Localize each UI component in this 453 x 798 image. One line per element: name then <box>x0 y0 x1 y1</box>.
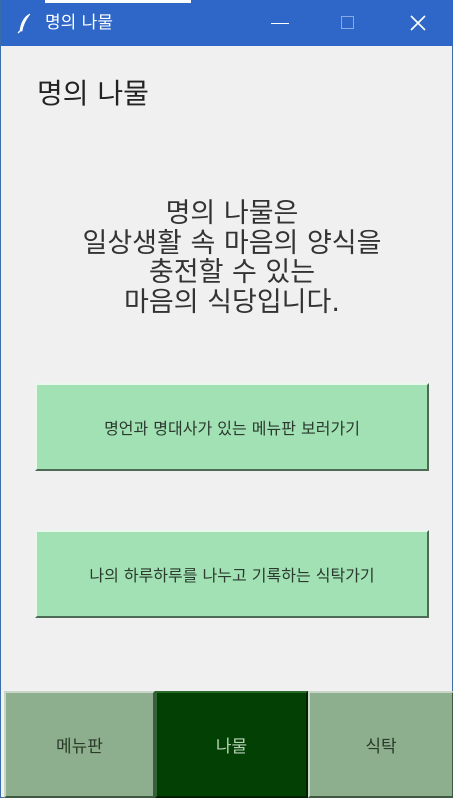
tab-herb[interactable]: 나물 <box>155 691 308 798</box>
view-menu-button-label: 명언과 명대사가 있는 메뉴판 보러가기 <box>104 419 360 438</box>
tab-label: 식탁 <box>365 737 397 757</box>
minimize-button[interactable] <box>259 0 305 46</box>
titlebar-highlight <box>45 0 191 3</box>
bottom-nav: 메뉴판 나물 식탁 <box>4 691 453 798</box>
intro-line: 명의 나물은 <box>165 198 299 229</box>
intro-line: 마음의 식당입니다. <box>124 286 340 318</box>
maximize-icon <box>341 16 354 29</box>
view-menu-button[interactable]: 명언과 명대사가 있는 메뉴판 보러가기 <box>35 383 429 471</box>
intro-text: 명의 나물은 일상생활 속 마음의 양식을 충전할 수 있는 마음의 식당입니다… <box>21 199 443 317</box>
tab-label: 메뉴판 <box>56 737 103 757</box>
go-to-table-button[interactable]: 나의 하루하루를 나누고 기록하는 식탁가기 <box>35 530 429 618</box>
window-title: 명의 나물 <box>45 13 113 33</box>
maximize-button[interactable] <box>325 0 371 46</box>
feather-icon <box>15 12 35 34</box>
page-title: 명의 나물 <box>37 77 149 110</box>
intro-line: 일상생활 속 마음의 양식을 <box>82 227 382 259</box>
title-bar[interactable]: 명의 나물 <box>1 0 453 46</box>
app-window: 명의 나물 명의 나물 명의 나물은 일상생활 속 마음의 양식을 충전할 수 … <box>0 0 453 798</box>
tab-menu[interactable]: 메뉴판 <box>4 691 155 798</box>
tab-label: 나물 <box>215 737 248 757</box>
close-icon <box>395 15 441 50</box>
intro-line: 충전할 수 있는 <box>148 257 316 288</box>
tab-table[interactable]: 식탁 <box>308 691 453 798</box>
go-to-table-button-label: 나의 하루하루를 나누고 기록하는 식탁가기 <box>89 566 375 585</box>
minimize-icon <box>271 23 289 24</box>
close-button[interactable] <box>395 0 441 46</box>
